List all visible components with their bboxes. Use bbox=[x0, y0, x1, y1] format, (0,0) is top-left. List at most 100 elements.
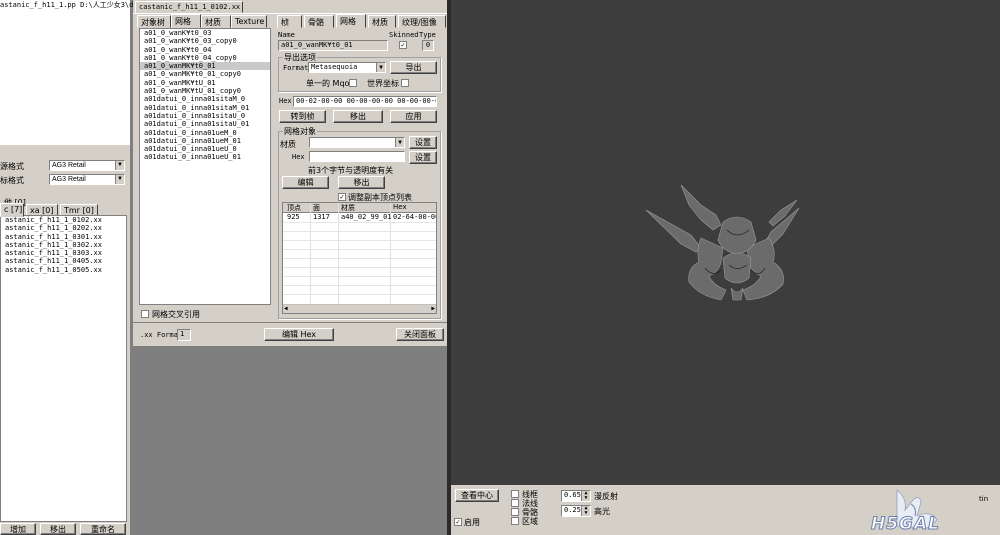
target-format-label: 标格式 bbox=[0, 176, 24, 185]
table-cell-hex: 02-64-00-00 bbox=[393, 213, 437, 221]
hex2-field[interactable] bbox=[309, 151, 405, 162]
diffuse-value: 0.65 bbox=[564, 491, 581, 499]
list-item[interactable]: a01_0_wanK¥t0_03 bbox=[140, 29, 270, 37]
list-item[interactable]: a01datui_0_inna01sitaU_0 bbox=[140, 112, 270, 120]
tab-texture[interactable]: Texture bbox=[231, 15, 267, 28]
remove-file-button[interactable]: 移出 bbox=[40, 523, 76, 535]
table-gridline bbox=[283, 249, 436, 250]
list-item[interactable]: a01_0_wanK¥t0_04_copy0 bbox=[140, 54, 270, 62]
specular-spinner[interactable]: 0.25 ▲ ▼ bbox=[561, 505, 591, 517]
world-coords-checkbox[interactable] bbox=[401, 79, 409, 87]
tab-texture-image[interactable]: 纹理/图像 bbox=[398, 15, 446, 28]
single-mqo-checkbox[interactable] bbox=[349, 79, 357, 87]
editor-panel: castanic_f_h11_1_0102.xx 对象树 网格 材质 Textu… bbox=[133, 0, 447, 346]
edit-hex-button[interactable]: 编辑 Hex bbox=[264, 328, 334, 341]
name-field[interactable]: a01_0_wanMK¥t0_01 bbox=[278, 40, 388, 51]
format-select[interactable]: Metasequoia ▼ bbox=[308, 62, 386, 73]
list-item[interactable]: a01_0_wanK¥t0_04 bbox=[140, 46, 270, 54]
hex2-label: Hex bbox=[292, 153, 305, 161]
list-item[interactable]: a01datui_0_inna01sitaM_0 bbox=[140, 95, 270, 103]
region-checkbox[interactable] bbox=[511, 517, 519, 525]
xx-format-label: .xx Format bbox=[140, 331, 183, 339]
set-hex-button[interactable]: 设置 bbox=[409, 151, 437, 164]
corner-text: tin bbox=[979, 495, 989, 503]
wireframe-checkbox[interactable] bbox=[511, 490, 519, 498]
type-field[interactable]: 0 bbox=[422, 40, 434, 51]
hex-field[interactable]: 00-02-00-00 00-00-00-00 00-00-00-00 0 bbox=[293, 96, 437, 107]
skinned-checkbox[interactable]: ✓ bbox=[399, 41, 407, 49]
enable-checkbox[interactable]: ✓ bbox=[454, 518, 462, 526]
mesh-object-title: 网格对象 bbox=[283, 126, 317, 137]
view-center-button[interactable]: 查看中心 bbox=[455, 489, 499, 502]
add-button[interactable]: 增加 bbox=[0, 523, 36, 535]
material-label: 材质 bbox=[280, 140, 296, 149]
remove-mesh-object-button[interactable]: 移出 bbox=[338, 176, 385, 189]
table-gridline bbox=[283, 285, 436, 286]
name-label: Name bbox=[278, 31, 295, 39]
chevron-down-icon: ▼ bbox=[115, 175, 124, 184]
close-panel-button[interactable]: 关闭面板 bbox=[396, 328, 444, 341]
single-mqo-label: 单一的 Mqo bbox=[306, 79, 350, 88]
tab-file-editor[interactable]: castanic_f_h11_1_0102.xx bbox=[135, 1, 243, 13]
remove-mesh-button[interactable]: 移出 bbox=[333, 110, 383, 123]
submesh-table[interactable]: 顶点 面 材质 Hex 925 1317 a40_02_99_01 02-64-… bbox=[282, 202, 437, 314]
list-item-selected[interactable]: a01_0_wanMK¥t0_01 bbox=[140, 62, 270, 71]
list-item[interactable]: astanic_f_h11_1_0302.xx bbox=[1, 241, 126, 249]
table-header-faces: 面 bbox=[313, 204, 320, 212]
bones-checkbox[interactable] bbox=[511, 508, 519, 516]
file-list[interactable]: astanic_f_h11_1_0102.xx astanic_f_h11_1_… bbox=[0, 215, 127, 522]
list-item[interactable]: astanic_f_h11_1_0202.xx bbox=[1, 224, 126, 232]
scroll-left-icon[interactable]: ◀ bbox=[284, 305, 288, 312]
list-item[interactable]: a01datui_0_inna01ueU_01 bbox=[140, 153, 270, 161]
file-type-tabs: 他 [0] c [7] xa [0] Tmr [0] bbox=[0, 193, 130, 217]
specular-label: 高光 bbox=[594, 507, 610, 516]
set-material-button[interactable]: 设置 bbox=[409, 136, 437, 149]
list-item[interactable]: astanic_f_h11_1_0301.xx bbox=[1, 233, 126, 241]
list-item[interactable]: astanic_f_h11_1_0505.xx bbox=[1, 266, 126, 274]
tab-xx[interactable]: c [7] bbox=[0, 203, 24, 217]
rename-button[interactable]: 重命名 bbox=[80, 523, 126, 535]
edit-button[interactable]: 编辑 bbox=[282, 176, 329, 189]
list-item[interactable]: a01datui_0_inna01ueU_0 bbox=[140, 145, 270, 153]
spinner-arrows-icon[interactable]: ▲ ▼ bbox=[581, 506, 590, 516]
list-item[interactable]: a01_0_wanMK¥tU_01 bbox=[140, 79, 270, 87]
list-item[interactable]: a01_0_wanMK¥tU_01_copy0 bbox=[140, 87, 270, 95]
goto-frame-button[interactable]: 转到桢 bbox=[279, 110, 326, 123]
export-button[interactable]: 导出 bbox=[390, 61, 437, 74]
tab-object-tree[interactable]: 对象树 bbox=[137, 15, 171, 28]
horizontal-scrollbar[interactable]: ◀ ▶ bbox=[283, 304, 436, 313]
list-item[interactable]: a01datui_0_inna01sitaM_01 bbox=[140, 104, 270, 112]
list-item[interactable]: a01datui_0_inna01ueM_0 bbox=[140, 129, 270, 137]
list-item[interactable]: astanic_f_h11_1_0303.xx bbox=[1, 249, 126, 257]
tab-bones[interactable]: 骨骼 bbox=[304, 15, 334, 28]
list-item[interactable]: astanic_f_h11_1_0102.xx bbox=[1, 216, 126, 224]
mesh-list[interactable]: a01_0_wanK¥t0_03 a01_0_wanK¥t0_03_copy0 … bbox=[139, 28, 271, 305]
property-tabs: 桢 骨骼 网格 材质 纹理/图像 bbox=[277, 14, 447, 28]
3d-viewport[interactable] bbox=[451, 0, 1000, 485]
tab-mesh-props[interactable]: 网格 bbox=[336, 14, 366, 28]
table-row[interactable]: 925 1317 a40_02_99_01 02-64-00-00 bbox=[283, 213, 437, 221]
tab-material-props[interactable]: 材质 bbox=[368, 15, 396, 28]
normals-checkbox[interactable] bbox=[511, 499, 519, 507]
material-select[interactable]: ▼ bbox=[309, 137, 405, 148]
list-item[interactable]: a01datui_0_inna01ueM_01 bbox=[140, 137, 270, 145]
adjust-vertex-checkbox[interactable]: ✓ bbox=[338, 193, 346, 201]
table-gridline bbox=[283, 267, 436, 268]
target-format-select[interactable]: AG3 Retail ▼ bbox=[49, 174, 125, 185]
list-item[interactable]: a01_0_wanMK¥t0_01_copy0 bbox=[140, 70, 270, 78]
apply-button[interactable]: 应用 bbox=[390, 110, 437, 123]
diffuse-spinner[interactable]: 0.65 ▲ ▼ bbox=[561, 490, 591, 502]
tab-frame[interactable]: 桢 bbox=[277, 15, 302, 28]
list-item[interactable]: astanic_f_h11_1_0405.xx bbox=[1, 257, 126, 265]
list-item[interactable]: a01datui_0_inna01sitaU_01 bbox=[140, 120, 270, 128]
list-item[interactable]: a01_0_wanK¥t0_03_copy0 bbox=[140, 37, 270, 45]
spinner-arrows-icon[interactable]: ▲ ▼ bbox=[581, 491, 590, 501]
format-label: Format bbox=[283, 64, 309, 72]
tab-mesh[interactable]: 网格 bbox=[171, 14, 201, 28]
source-format-select[interactable]: AG3 Retail ▼ bbox=[49, 160, 125, 171]
tab-material[interactable]: 材质 bbox=[201, 15, 231, 28]
scroll-right-icon[interactable]: ▶ bbox=[431, 305, 435, 312]
cross-ref-checkbox[interactable] bbox=[141, 310, 149, 318]
region-label: 区域 bbox=[522, 517, 538, 526]
xx-format-field[interactable]: 1 bbox=[177, 329, 191, 341]
